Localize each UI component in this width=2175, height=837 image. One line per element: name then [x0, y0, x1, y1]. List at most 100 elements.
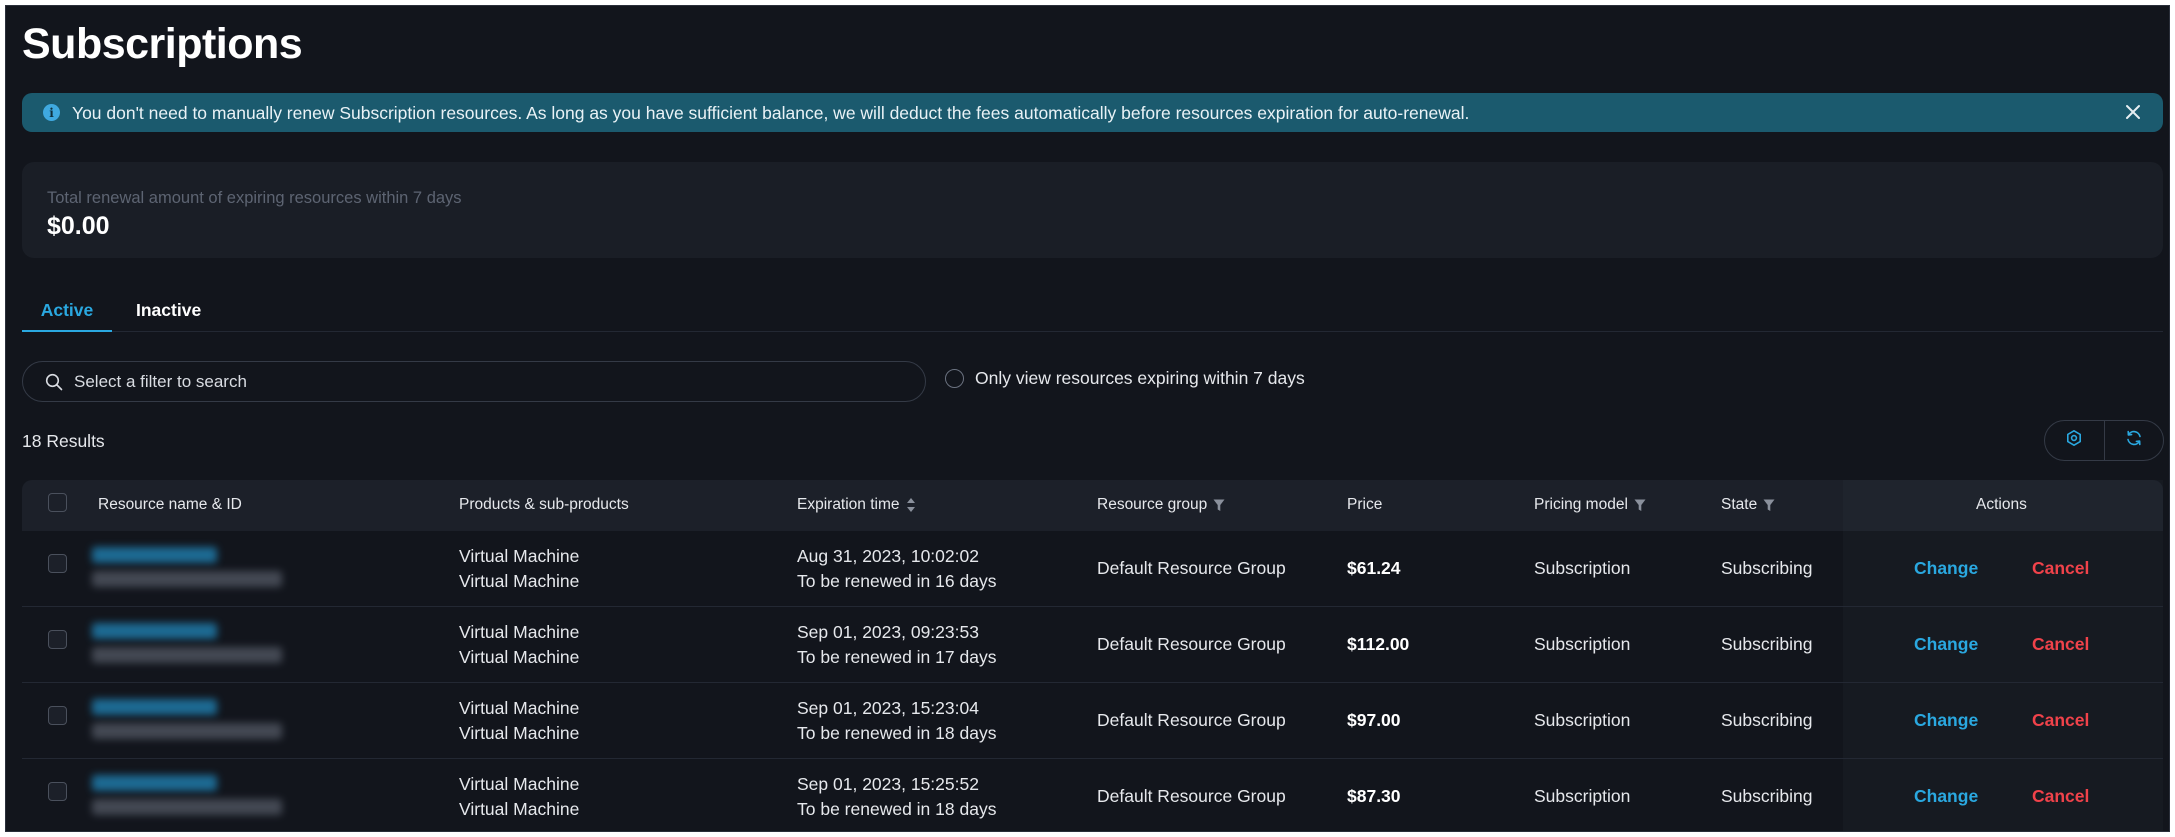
header-state: State — [1721, 496, 1775, 514]
pricing-model-cell: Subscription — [1534, 558, 1631, 578]
pricing-model-cell: Subscription — [1534, 710, 1631, 730]
price-cell: $97.00 — [1347, 710, 1401, 730]
cancel-button[interactable]: Cancel — [2032, 710, 2089, 731]
row-checkbox[interactable] — [48, 630, 67, 649]
filter-icon[interactable] — [1763, 499, 1775, 512]
table-header: Resource name & ID Products & sub-produc… — [22, 480, 2163, 531]
expiration-time: Sep 01, 2023, 15:25:52 — [797, 774, 979, 794]
price-cell: $61.24 — [1347, 558, 1401, 578]
banner-text: You don't need to manually renew Subscri… — [72, 103, 1470, 123]
tab-active[interactable]: Active — [22, 300, 112, 332]
resource-group-cell: Default Resource Group — [1097, 558, 1286, 578]
tab-bar: Active Inactive — [22, 290, 2163, 332]
page-title: Subscriptions — [22, 20, 303, 68]
refresh-icon — [2125, 429, 2143, 452]
expiration-cell: Sep 01, 2023, 09:23:53 To be renewed in … — [797, 620, 996, 670]
product-name: Virtual Machine — [459, 546, 580, 566]
header-resource-name-label: Resource name & ID — [98, 496, 242, 513]
summary-amount: $0.00 — [47, 212, 110, 240]
cancel-button[interactable]: Cancel — [2032, 634, 2089, 655]
product-cell: Virtual Machine Virtual Machine — [459, 772, 579, 822]
search-icon — [45, 373, 63, 391]
filter-icon[interactable] — [1213, 499, 1225, 512]
search-box — [22, 361, 926, 402]
renewal-countdown: To be renewed in 18 days — [797, 723, 997, 743]
change-button[interactable]: Change — [1914, 786, 1978, 807]
change-button[interactable]: Change — [1914, 634, 1978, 655]
resource-name-link[interactable] — [92, 547, 217, 563]
cancel-button[interactable]: Cancel — [2032, 558, 2089, 579]
settings-icon — [2065, 429, 2083, 452]
subscriptions-page: Subscriptions i You don't need to manual… — [5, 5, 2170, 832]
resource-id — [92, 571, 282, 587]
product-cell: Virtual Machine Virtual Machine — [459, 620, 579, 670]
header-price: Price — [1347, 496, 1382, 514]
resource-id — [92, 647, 282, 663]
product-name: Virtual Machine — [459, 698, 580, 718]
product-cell: Virtual Machine Virtual Machine — [459, 544, 579, 594]
expiring-filter-radio[interactable] — [945, 369, 964, 388]
sort-icon[interactable] — [906, 497, 916, 513]
price-cell: $112.00 — [1347, 634, 1410, 654]
expiration-cell: Sep 01, 2023, 15:25:52 To be renewed in … — [797, 772, 996, 822]
price-cell: $87.30 — [1347, 786, 1401, 806]
header-expiration[interactable]: Expiration time — [797, 496, 916, 514]
expiring-filter-toggle[interactable]: Only view resources expiring within 7 da… — [945, 368, 1305, 389]
product-cell: Virtual Machine Virtual Machine — [459, 696, 579, 746]
state-cell: Subscribing — [1721, 634, 1813, 654]
header-price-label: Price — [1347, 496, 1383, 513]
sub-product-name: Virtual Machine — [459, 571, 580, 591]
product-name: Virtual Machine — [459, 622, 580, 642]
state-cell: Subscribing — [1721, 710, 1813, 730]
renewal-countdown: To be renewed in 18 days — [797, 799, 997, 819]
subscriptions-table: Resource name & ID Products & sub-produc… — [22, 480, 2163, 831]
renewal-summary-card: Total renewal amount of expiring resourc… — [22, 162, 2163, 258]
summary-label: Total renewal amount of expiring resourc… — [47, 189, 462, 207]
table-row: Virtual Machine Virtual Machine Sep 01, … — [22, 683, 2163, 759]
resource-group-cell: Default Resource Group — [1097, 710, 1286, 730]
sub-product-name: Virtual Machine — [459, 799, 580, 819]
expiration-time: Sep 01, 2023, 09:23:53 — [797, 622, 979, 642]
search-input[interactable] — [74, 370, 894, 394]
resource-name-link[interactable] — [92, 775, 217, 791]
row-checkbox[interactable] — [48, 782, 67, 801]
product-name: Virtual Machine — [459, 774, 580, 794]
header-pricing-model-label: Pricing model — [1534, 496, 1628, 513]
header-actions: Actions — [1976, 496, 2027, 514]
row-checkbox[interactable] — [48, 554, 67, 573]
refresh-button[interactable] — [2103, 421, 2163, 460]
resource-name-link[interactable] — [92, 623, 217, 639]
expiration-time: Sep 01, 2023, 15:23:04 — [797, 698, 979, 718]
close-icon[interactable] — [2121, 100, 2145, 124]
renewal-countdown: To be renewed in 16 days — [797, 571, 997, 591]
row-checkbox[interactable] — [48, 706, 67, 725]
header-resource-group-label: Resource group — [1097, 496, 1208, 513]
header-resource-name: Resource name & ID — [98, 496, 242, 514]
change-button[interactable]: Change — [1914, 558, 1978, 579]
cancel-button[interactable]: Cancel — [2032, 786, 2089, 807]
resource-name-link[interactable] — [92, 699, 217, 715]
results-count: 18 Results — [22, 431, 105, 451]
table-row: Virtual Machine Virtual Machine Sep 01, … — [22, 759, 2163, 831]
change-button[interactable]: Change — [1914, 710, 1978, 731]
header-state-label: State — [1721, 496, 1758, 513]
sub-product-name: Virtual Machine — [459, 723, 580, 743]
state-cell: Subscribing — [1721, 558, 1813, 578]
header-products-label: Products & sub-products — [459, 496, 629, 513]
expiration-time: Aug 31, 2023, 10:02:02 — [797, 546, 979, 566]
header-expiration-label: Expiration time — [797, 496, 900, 513]
expiration-cell: Aug 31, 2023, 10:02:02 To be renewed in … — [797, 544, 996, 594]
filter-icon[interactable] — [1634, 499, 1646, 512]
tab-inactive[interactable]: Inactive — [136, 300, 201, 332]
sub-product-name: Virtual Machine — [459, 647, 580, 667]
expiring-filter-label: Only view resources expiring within 7 da… — [975, 368, 1305, 388]
resource-id — [92, 723, 282, 739]
header-resource-group: Resource group — [1097, 496, 1225, 514]
header-actions-label: Actions — [1976, 496, 2027, 513]
settings-button[interactable] — [2045, 421, 2104, 460]
select-all-checkbox[interactable] — [48, 493, 67, 512]
expiration-cell: Sep 01, 2023, 15:23:04 To be renewed in … — [797, 696, 996, 746]
resource-group-cell: Default Resource Group — [1097, 786, 1286, 806]
info-banner: i You don't need to manually renew Subsc… — [22, 93, 2163, 132]
renewal-countdown: To be renewed in 17 days — [797, 647, 997, 667]
